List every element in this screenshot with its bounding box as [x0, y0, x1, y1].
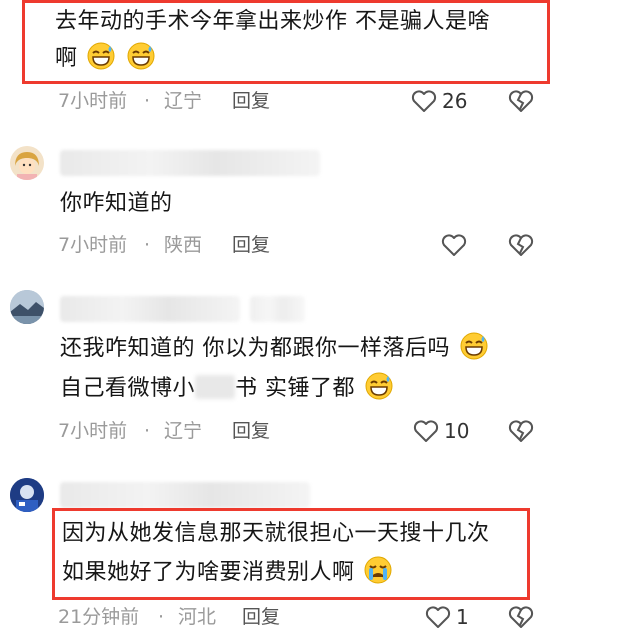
avatar[interactable]	[10, 146, 44, 180]
meta-separator: ·	[158, 606, 165, 628]
broken-heart-icon[interactable]	[507, 417, 535, 445]
meta-separator: ·	[144, 420, 151, 442]
like-count: 1	[456, 605, 469, 629]
comment-3-text-line-2: 自己看微博小书 实锤了都	[60, 372, 395, 405]
girl-avatar-icon	[10, 146, 44, 180]
reply-button[interactable]: 回复	[242, 604, 280, 630]
comment-2-text: 你咋知道的	[60, 191, 173, 216]
reply-button[interactable]: 回复	[232, 232, 270, 258]
broken-heart-icon[interactable]	[507, 87, 535, 115]
like-button[interactable]: 26	[410, 87, 480, 115]
comment-1-text-line-2: 啊	[55, 42, 157, 75]
comment-4-text-line-1: 因为从她发信息那天就很担心一天搜十几次	[62, 521, 490, 546]
comment-4-text-line-2: 如果她好了为啥要消费别人啊	[62, 556, 394, 589]
username-blurred	[60, 150, 320, 176]
heart-icon	[425, 606, 451, 628]
broken-heart-icon[interactable]	[507, 231, 535, 259]
comment-location: 河北	[178, 606, 217, 628]
comment-3-meta: 7小时前 · 辽宁	[58, 418, 218, 444]
like-button[interactable]: 10	[412, 417, 482, 445]
comment-time: 7小时前	[58, 234, 128, 256]
sweat-smile-emoji-icon	[460, 332, 487, 360]
comment-location: 辽宁	[164, 90, 203, 112]
broken-heart-icon[interactable]	[507, 603, 535, 631]
sweat-smile-emoji-icon	[87, 42, 115, 70]
blue-avatar-icon	[10, 478, 44, 512]
username-blurred	[60, 482, 310, 508]
comment-1-meta: 7小时前 · 辽宁	[58, 88, 218, 114]
comment-time: 7小时前	[58, 420, 128, 442]
meta-separator: ·	[144, 234, 151, 256]
comment-4-meta: 21分钟前 · 河北	[58, 604, 233, 630]
sweat-smile-emoji-icon	[365, 372, 393, 400]
comment-1-text-line-1: 去年动的手术今年拿出来炒作 不是骗人是啥	[55, 9, 490, 34]
like-count: 26	[442, 89, 468, 113]
crying-face-emoji-icon	[364, 556, 392, 584]
blurred-text	[195, 375, 236, 399]
heart-icon	[413, 420, 439, 442]
like-button[interactable]	[440, 231, 472, 259]
username-blurred	[60, 296, 240, 322]
reply-button[interactable]: 回复	[232, 88, 270, 114]
comment-time: 7小时前	[58, 90, 128, 112]
comment-time: 21分钟前	[58, 606, 140, 628]
reply-button[interactable]: 回复	[232, 418, 270, 444]
comment-location: 陕西	[164, 234, 203, 256]
like-button[interactable]: 1	[424, 603, 484, 631]
comment-2-meta: 7小时前 · 陕西	[58, 232, 218, 258]
heart-icon	[411, 90, 437, 112]
comment-location: 辽宁	[164, 420, 203, 442]
sweat-smile-emoji-icon	[127, 42, 155, 70]
heart-icon	[441, 234, 467, 256]
avatar[interactable]	[10, 478, 44, 512]
comment-3-text-line-1: 还我咋知道的 你以为都跟你一样落后吗	[60, 332, 490, 365]
meta-separator: ·	[144, 90, 151, 112]
scenery-avatar-icon	[10, 290, 44, 324]
avatar[interactable]	[10, 290, 44, 324]
username-blurred	[250, 296, 305, 322]
like-count: 10	[444, 419, 470, 443]
